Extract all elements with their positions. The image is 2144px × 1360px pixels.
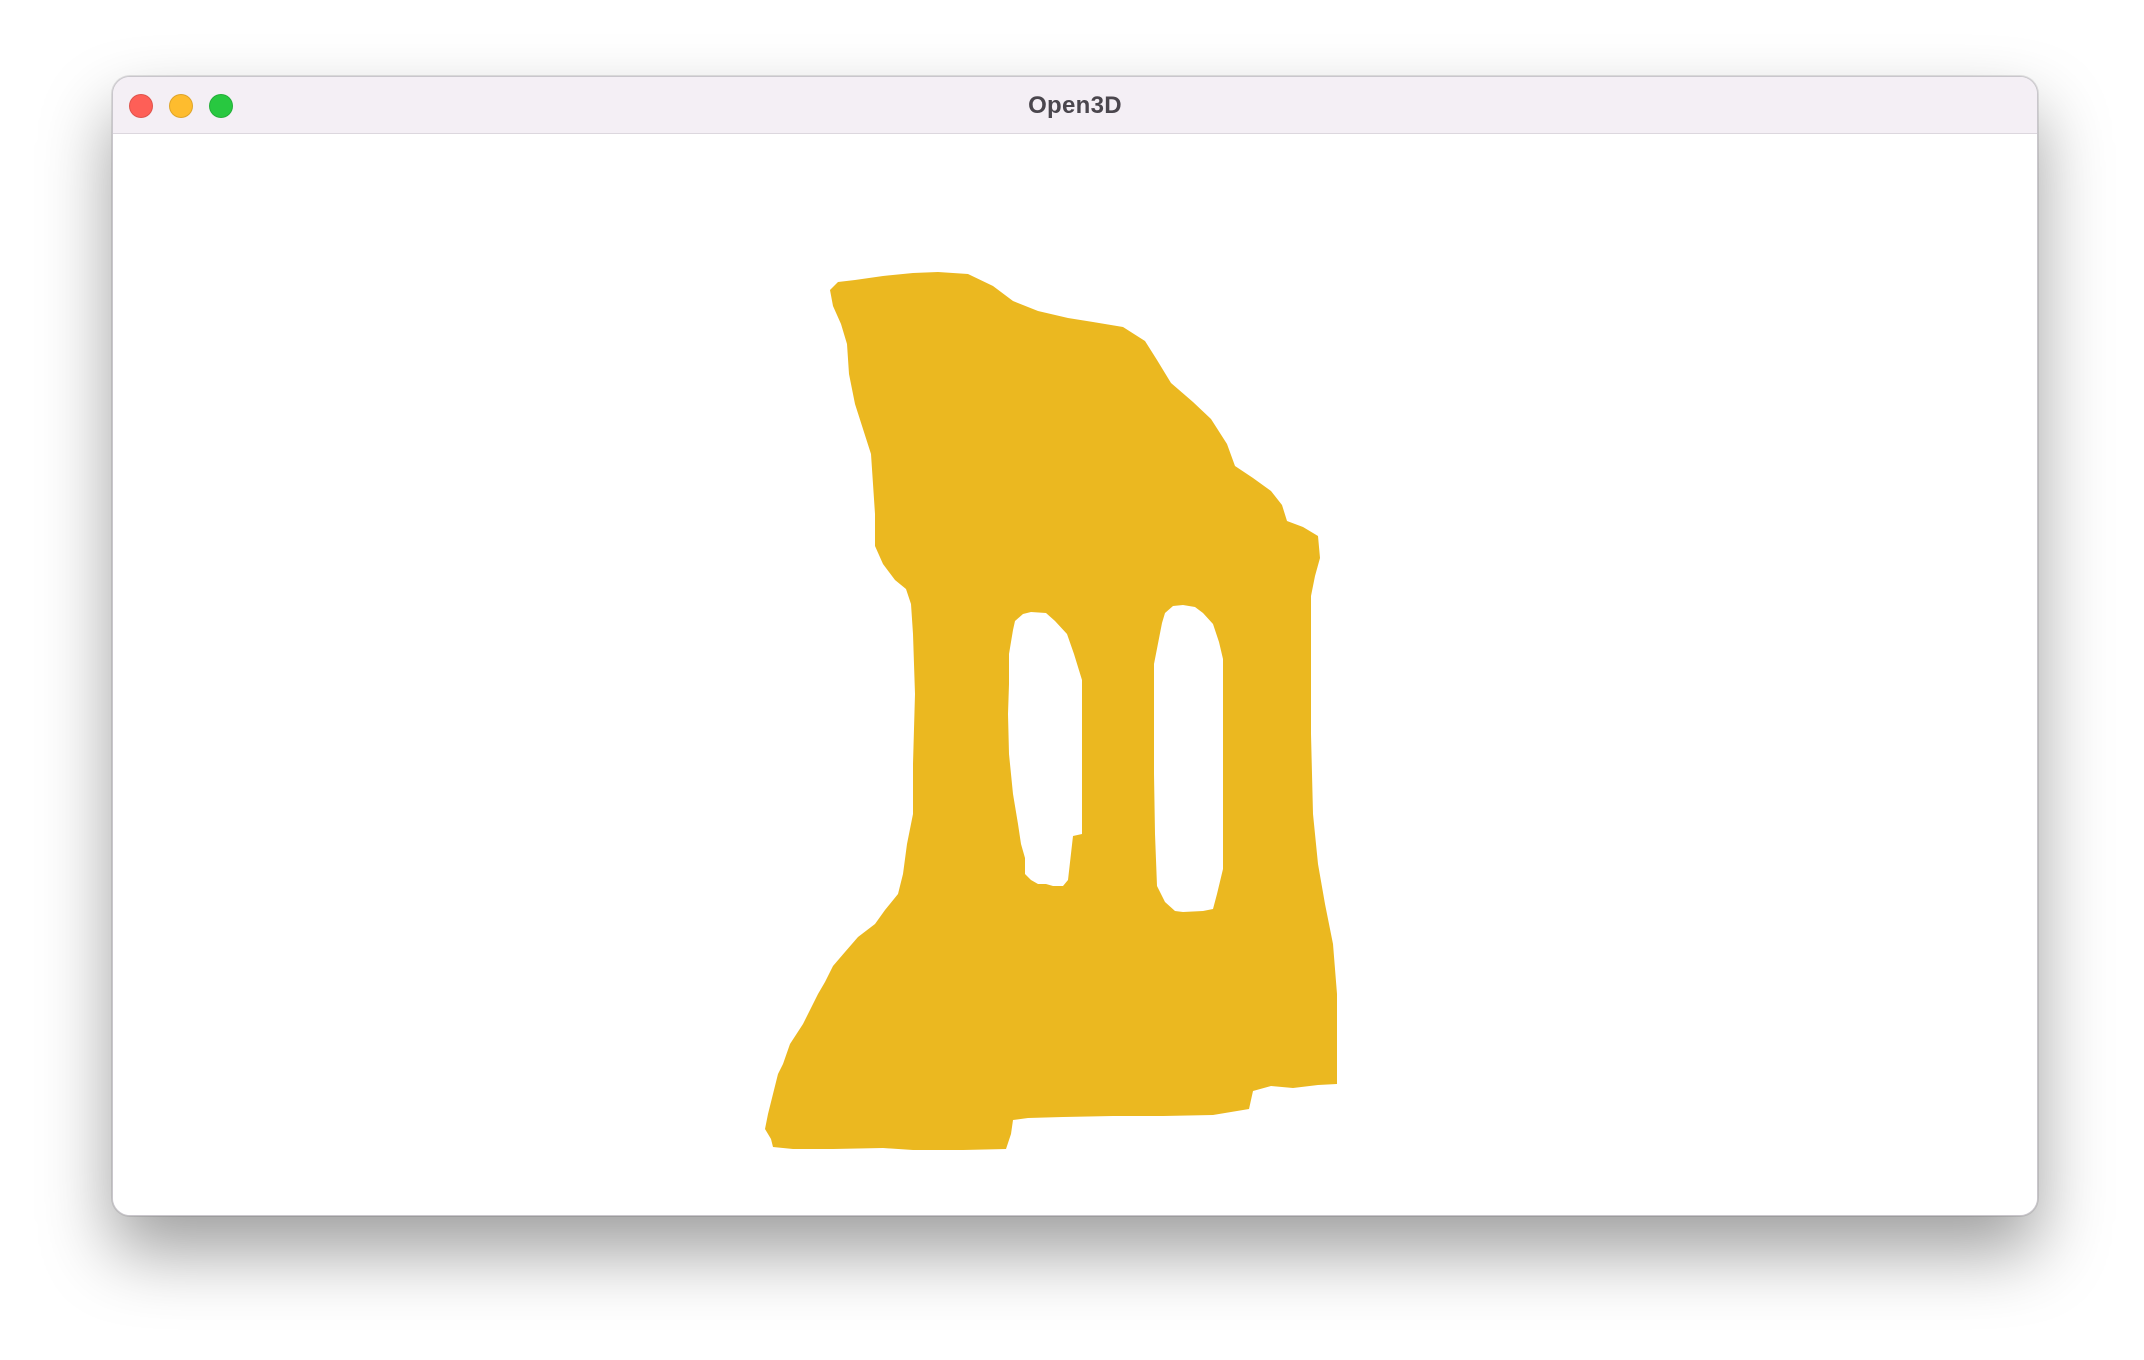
render-canvas <box>765 272 1337 1150</box>
title-bar[interactable]: Open3D <box>113 77 2037 134</box>
app-window: Open3D <box>112 76 2038 1216</box>
mesh-model[interactable] <box>765 272 1337 1150</box>
window-title: Open3D <box>1028 92 1122 119</box>
3d-viewport[interactable] <box>113 134 2037 1215</box>
